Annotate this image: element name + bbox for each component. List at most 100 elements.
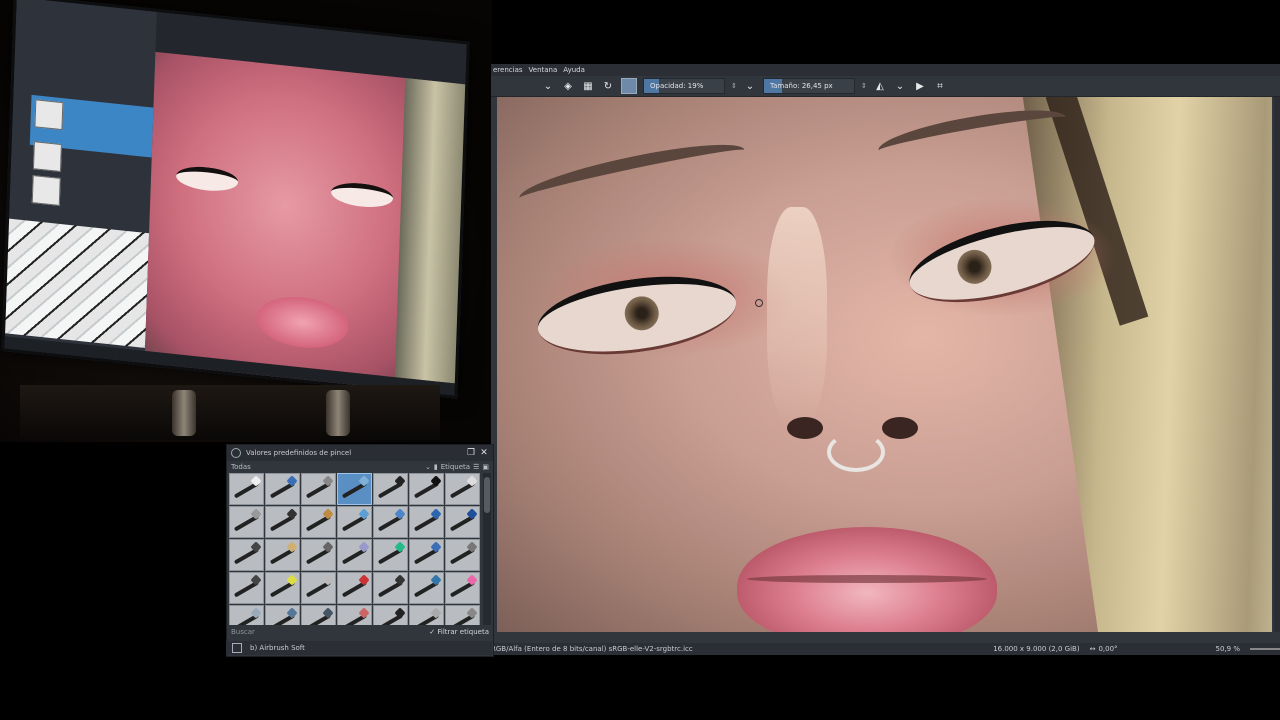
spin-arrows-icon[interactable]: ⇕ bbox=[731, 82, 737, 90]
brush-preset-item[interactable] bbox=[409, 605, 444, 625]
preset-search-row: Buscar ✓ Filtrar etiqueta bbox=[227, 626, 493, 638]
brush-preset-item[interactable] bbox=[337, 473, 372, 505]
rotate-icon: ↔ bbox=[1089, 645, 1096, 653]
current-brush-status: b) Airbrush Soft bbox=[226, 641, 492, 655]
brush-preset-item[interactable] bbox=[301, 506, 336, 538]
brush-preset-item[interactable] bbox=[265, 605, 300, 625]
status-color-space: RGB/Alfa (Entero de 8 bits/canal) sRGB-e… bbox=[491, 645, 693, 653]
brush-preset-item[interactable] bbox=[265, 572, 300, 604]
brush-preset-item[interactable] bbox=[229, 473, 264, 505]
status-zoom[interactable]: 50,9 % bbox=[1216, 645, 1240, 653]
monitor-layer-thumb bbox=[31, 175, 61, 206]
chevron-down-icon[interactable]: ⌄ bbox=[541, 79, 555, 93]
zoom-slider[interactable] bbox=[1250, 648, 1280, 650]
brush-preset-item[interactable] bbox=[229, 506, 264, 538]
docker-titlebar: Valores predefinidos de pincel ❐ ✕ bbox=[227, 445, 493, 461]
monitor-layer-thumb bbox=[32, 141, 62, 173]
wrap-around-icon[interactable]: ▶ bbox=[913, 79, 927, 93]
brush-cursor bbox=[755, 299, 763, 307]
brush-preset-item[interactable] bbox=[373, 539, 408, 571]
brush-preset-item[interactable] bbox=[373, 506, 408, 538]
brush-preset-item[interactable] bbox=[373, 473, 408, 505]
monitor-desk bbox=[20, 385, 440, 440]
brush-preset-grid bbox=[229, 473, 481, 625]
preset-filter-row: Todas ⌄ ▮ Etiqueta ☰ ▣ bbox=[227, 461, 493, 473]
brush-preset-item[interactable] bbox=[373, 572, 408, 604]
brush-preset-item[interactable] bbox=[445, 539, 480, 571]
close-icon[interactable]: ✕ bbox=[479, 448, 489, 458]
size-label: Tamaño: 26,45 px bbox=[770, 82, 833, 90]
brush-preset-item[interactable] bbox=[301, 473, 336, 505]
brush-preset-item[interactable] bbox=[229, 539, 264, 571]
brush-preset-item[interactable] bbox=[265, 473, 300, 505]
brush-preset-item[interactable] bbox=[409, 539, 444, 571]
lip-line bbox=[747, 575, 987, 583]
filter-tag-label: Filtrar etiqueta bbox=[437, 628, 489, 636]
desk-knob bbox=[172, 390, 196, 436]
brush-preset-item[interactable] bbox=[445, 506, 480, 538]
tag-selector[interactable]: ⌄ ▮ Etiqueta ☰ ▣ bbox=[425, 463, 489, 471]
iris-right bbox=[953, 246, 996, 288]
chevron-down-icon[interactable]: ⌄ bbox=[893, 79, 907, 93]
brush-preset-item[interactable] bbox=[445, 605, 480, 625]
brush-presets-docker: Valores predefinidos de pincel ❐ ✕ Todas… bbox=[226, 444, 494, 657]
nostril-left bbox=[787, 417, 823, 439]
brush-preset-item[interactable] bbox=[229, 572, 264, 604]
float-icon[interactable]: ❐ bbox=[466, 448, 476, 458]
spin-arrows-icon[interactable]: ⇕ bbox=[861, 82, 867, 90]
desk-knob bbox=[326, 390, 350, 436]
mirror-icon[interactable]: ◭ bbox=[873, 79, 887, 93]
brush-preset-item[interactable] bbox=[409, 473, 444, 505]
eraser-icon[interactable]: ◈ bbox=[561, 79, 575, 93]
menu-item-help[interactable]: Ayuda bbox=[563, 66, 585, 74]
status-bar: RGB/Alfa (Entero de 8 bits/canal) sRGB-e… bbox=[491, 643, 1280, 655]
menu-icon[interactable]: ☰ bbox=[473, 463, 479, 471]
monitor-layer-thumb bbox=[34, 99, 64, 131]
brush-preset-item[interactable] bbox=[301, 539, 336, 571]
tag-label: Etiqueta bbox=[440, 463, 471, 471]
brush-preset-item[interactable] bbox=[373, 605, 408, 625]
vertical-scrollbar[interactable] bbox=[1274, 97, 1280, 632]
opacity-slider[interactable]: Opacidad: 19% bbox=[643, 78, 725, 94]
crop-icon[interactable]: ⌗ bbox=[933, 79, 947, 93]
size-slider[interactable]: Tamaño: 26,45 px bbox=[763, 78, 855, 94]
brush-preset-item[interactable] bbox=[301, 605, 336, 625]
brush-preset-item[interactable] bbox=[445, 473, 480, 505]
brush-preset-item[interactable] bbox=[337, 539, 372, 571]
brush-preset-item[interactable] bbox=[337, 605, 372, 625]
opacity-label: Opacidad: 19% bbox=[650, 82, 704, 90]
eyebrow-left bbox=[515, 133, 749, 215]
menu-item-window[interactable]: Ventana bbox=[529, 66, 558, 74]
filter-all-select[interactable]: Todas bbox=[231, 463, 251, 471]
brush-preset-item[interactable] bbox=[337, 572, 372, 604]
brush-preset-item[interactable] bbox=[301, 572, 336, 604]
brush-preset-icon[interactable] bbox=[232, 643, 242, 653]
krita-window: erencias Ventana Ayuda ⌄ ◈ ▦ ↻ Opacidad:… bbox=[491, 64, 1280, 655]
brush-preset-item[interactable] bbox=[265, 506, 300, 538]
brush-preset-item[interactable] bbox=[409, 572, 444, 604]
docker-title: Valores predefinidos de pincel bbox=[246, 449, 352, 457]
brush-toolbar: ⌄ ◈ ▦ ↻ Opacidad: 19% ⇕ ⌄ Tamaño: 26,45 … bbox=[491, 76, 1280, 97]
monitor-layers-panel bbox=[4, 0, 157, 363]
reload-icon[interactable]: ↻ bbox=[601, 79, 615, 93]
monitor-screen bbox=[1, 0, 470, 399]
menu-item-settings[interactable]: erencias bbox=[493, 66, 523, 74]
painting-canvas[interactable] bbox=[497, 97, 1272, 632]
filter-tag-checkbox[interactable]: ✓ Filtrar etiqueta bbox=[429, 628, 489, 636]
preset-scrollbar[interactable] bbox=[483, 473, 491, 625]
color-swatch[interactable] bbox=[621, 78, 637, 94]
menu-bar: erencias Ventana Ayuda bbox=[491, 64, 1280, 76]
chevron-down-icon[interactable]: ⌄ bbox=[743, 79, 757, 93]
docker-lock-icon[interactable] bbox=[231, 448, 241, 458]
monitor-photo bbox=[0, 0, 492, 442]
brush-preset-item[interactable] bbox=[229, 605, 264, 625]
brush-preset-item[interactable] bbox=[337, 506, 372, 538]
brush-preset-item[interactable] bbox=[445, 572, 480, 604]
preset-search-input[interactable]: Buscar bbox=[231, 628, 255, 636]
status-rotation[interactable]: 0,00° bbox=[1098, 645, 1117, 653]
iris-left bbox=[622, 294, 661, 333]
brush-preset-item[interactable] bbox=[409, 506, 444, 538]
alpha-lock-icon[interactable]: ▦ bbox=[581, 79, 595, 93]
options-icon[interactable]: ▣ bbox=[482, 463, 489, 471]
brush-preset-item[interactable] bbox=[265, 539, 300, 571]
